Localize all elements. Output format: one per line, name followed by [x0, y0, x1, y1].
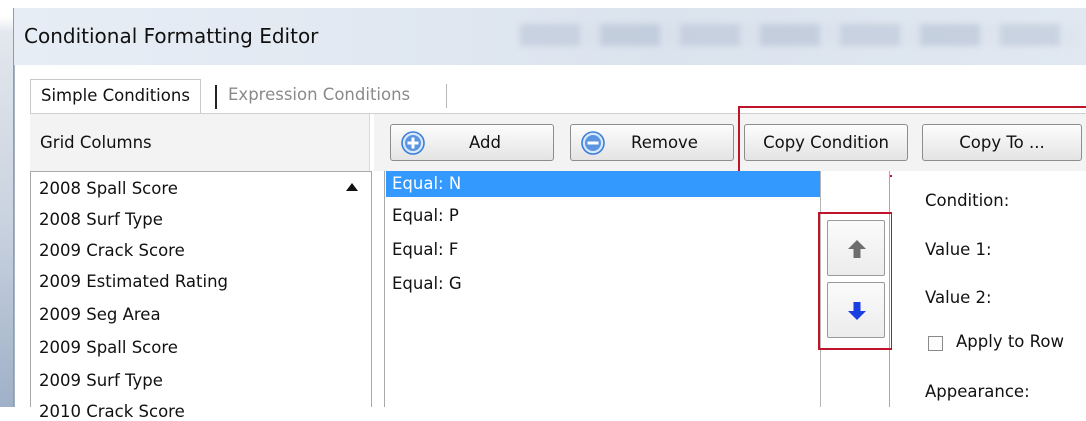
- add-condition-button[interactable]: Add: [390, 124, 554, 161]
- grid-column-item[interactable]: 2009 Crack Score: [39, 241, 185, 260]
- highlight-box-copy-buttons: [738, 106, 1086, 177]
- highlight-box-move-buttons: [818, 212, 893, 350]
- grid-column-item[interactable]: 2009 Estimated Rating: [39, 272, 228, 291]
- condition-item[interactable]: Equal: P: [392, 206, 459, 225]
- condition-item[interactable]: Equal: F: [392, 240, 458, 259]
- window-title: Conditional Formatting Editor: [24, 24, 319, 48]
- scroll-up-arrow-icon: [346, 183, 358, 191]
- grid-column-item[interactable]: 2009 Surf Type: [39, 371, 163, 390]
- apply-to-row-checkbox[interactable]: [928, 336, 943, 351]
- add-button-label: Add: [469, 133, 501, 152]
- dialog-client-edge: [14, 65, 15, 407]
- tab-separator: [215, 85, 217, 109]
- condition-item-selected[interactable]: Equal: N: [392, 174, 461, 193]
- remove-button-label: Remove: [631, 133, 698, 152]
- appearance-label: Appearance:: [925, 382, 1030, 401]
- grid-column-item[interactable]: 2008 Spall Score: [39, 179, 178, 198]
- minus-circle-icon: [581, 131, 605, 155]
- apply-to-row-label[interactable]: Apply to Row: [956, 332, 1064, 351]
- grid-columns-label: Grid Columns: [40, 133, 152, 152]
- tab-expression-conditions[interactable]: Expression Conditions: [222, 79, 416, 113]
- value1-label: Value 1:: [925, 240, 992, 259]
- scroll-up-button[interactable]: [338, 175, 368, 201]
- grid-column-item[interactable]: 2009 Seg Area: [39, 305, 161, 324]
- condition-item[interactable]: Equal: G: [392, 274, 462, 293]
- desktop-edge: [0, 0, 14, 407]
- remove-condition-button[interactable]: Remove: [570, 124, 734, 161]
- grid-column-item[interactable]: 2008 Surf Type: [39, 210, 163, 229]
- titlebar-blurred-background: [520, 24, 1080, 46]
- tab-separator-end: [446, 84, 447, 108]
- plus-circle-icon: [401, 131, 425, 155]
- grid-column-item[interactable]: 2009 Spall Score: [39, 338, 178, 357]
- grid-columns-list[interactable]: 2008 Spall Score 2008 Surf Type 2009 Cra…: [30, 171, 372, 421]
- tab-simple-conditions[interactable]: Simple Conditions: [30, 79, 201, 113]
- value2-label: Value 2:: [925, 288, 992, 307]
- grid-column-item[interactable]: 2010 Crack Score: [39, 402, 185, 421]
- condition-label: Condition:: [925, 191, 1010, 210]
